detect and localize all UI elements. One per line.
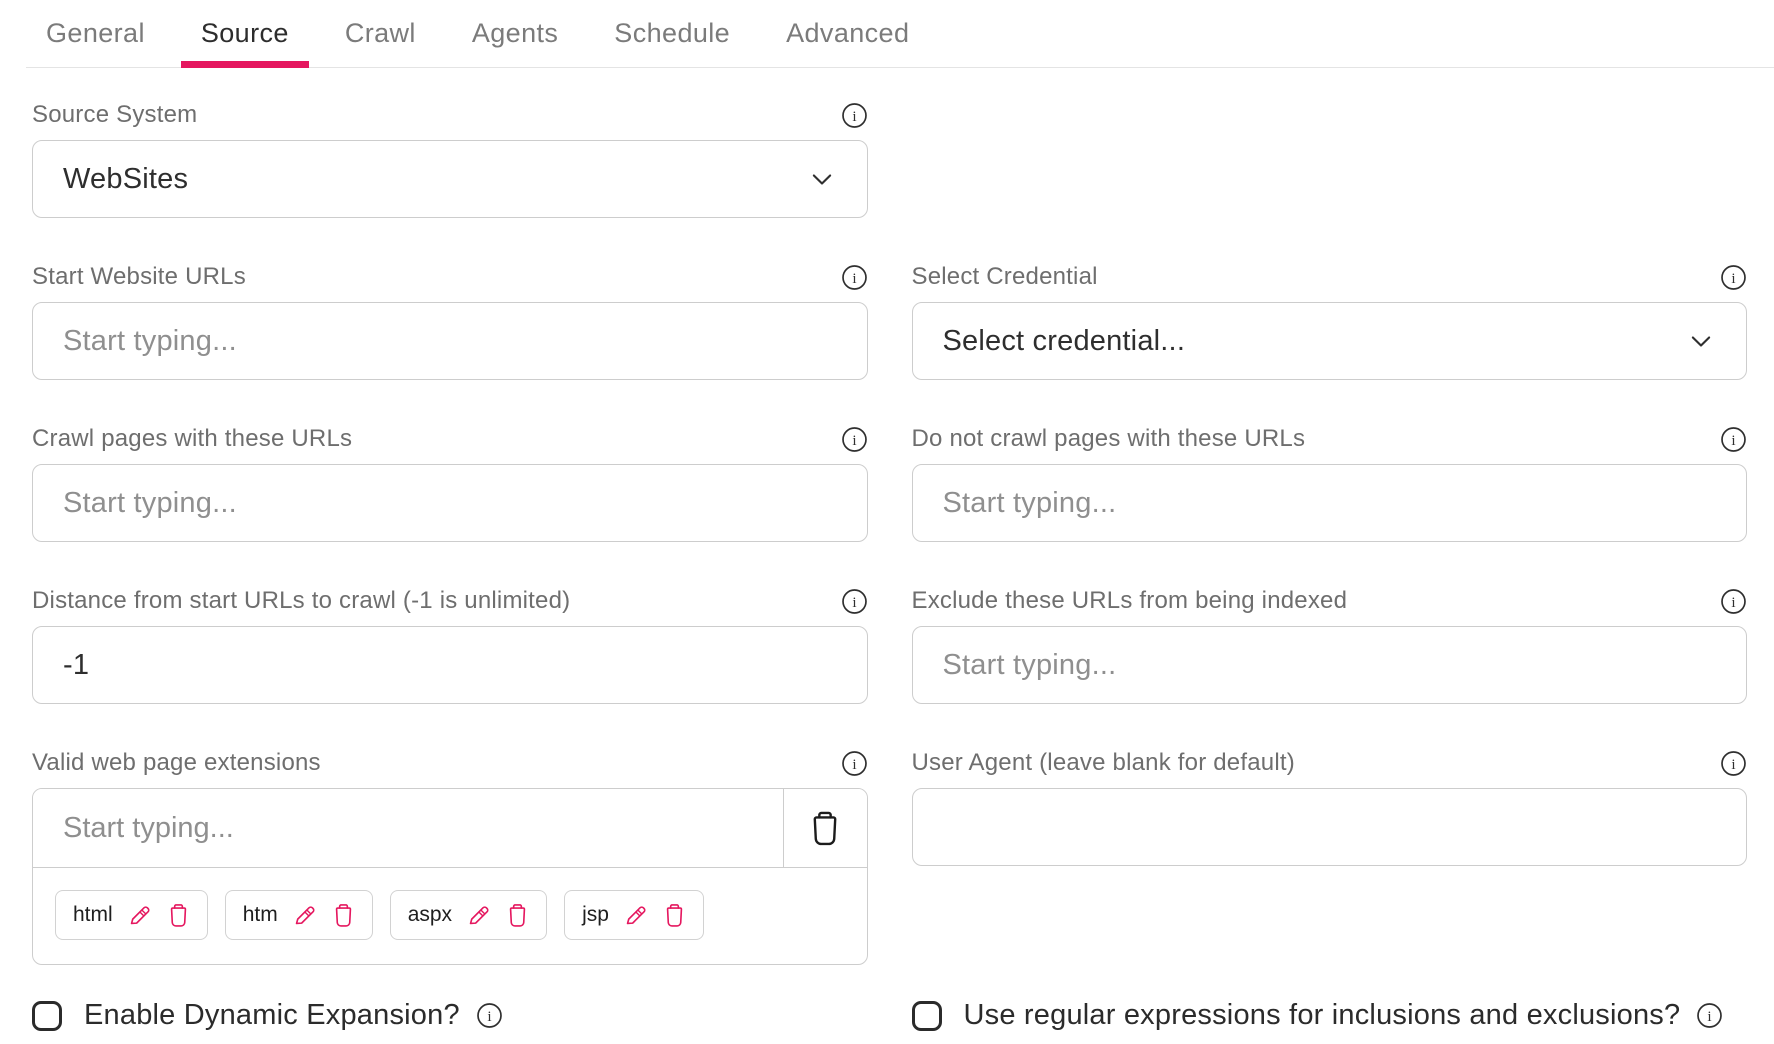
extension-tag-label: html bbox=[73, 903, 113, 927]
tab-schedule[interactable]: Schedule bbox=[594, 0, 750, 67]
trash-icon[interactable] bbox=[332, 903, 355, 928]
extension-tag: html bbox=[55, 890, 208, 940]
user-agent-input[interactable] bbox=[912, 788, 1748, 866]
info-icon[interactable] bbox=[841, 102, 868, 129]
extension-tag-label: jsp bbox=[582, 903, 609, 927]
info-icon[interactable] bbox=[841, 588, 868, 615]
extension-tag: htm bbox=[225, 890, 373, 940]
info-icon[interactable] bbox=[841, 750, 868, 777]
chevron-down-icon bbox=[1686, 326, 1716, 356]
extension-tag-list: html htm aspx jsp bbox=[33, 867, 867, 964]
crawl-pages-input[interactable] bbox=[32, 464, 868, 542]
chevron-down-icon bbox=[807, 164, 837, 194]
pencil-icon[interactable] bbox=[466, 902, 492, 928]
valid-extensions-editor: html htm aspx jsp bbox=[32, 788, 868, 965]
options-row: Enable Dynamic Expansion? Use regular ex… bbox=[0, 999, 1774, 1032]
valid-extensions-input[interactable] bbox=[33, 789, 783, 867]
tab-source[interactable]: Source bbox=[181, 0, 309, 67]
field-exclude-indexed: Exclude these URLs from being indexed bbox=[912, 588, 1748, 704]
tab-advanced[interactable]: Advanced bbox=[766, 0, 929, 67]
tab-crawl[interactable]: Crawl bbox=[325, 0, 436, 67]
field-crawl-pages: Crawl pages with these URLs bbox=[32, 426, 868, 542]
info-icon[interactable] bbox=[1720, 750, 1747, 777]
field-start-website-urls: Start Website URLs bbox=[32, 264, 868, 380]
info-icon[interactable] bbox=[476, 1002, 503, 1029]
exclude-indexed-input[interactable] bbox=[912, 626, 1748, 704]
use-regex-checkbox[interactable] bbox=[912, 1001, 942, 1031]
dynamic-expansion-label: Enable Dynamic Expansion? bbox=[84, 999, 460, 1032]
crawl-distance-label: Distance from start URLs to crawl (-1 is… bbox=[32, 587, 570, 615]
field-user-agent: User Agent (leave blank for default) bbox=[912, 750, 1748, 866]
tab-bar: General Source Crawl Agents Schedule Adv… bbox=[26, 0, 1774, 68]
extension-tag-label: aspx bbox=[408, 903, 452, 927]
source-system-value: WebSites bbox=[63, 163, 188, 196]
info-icon[interactable] bbox=[1696, 1002, 1723, 1029]
pencil-icon[interactable] bbox=[127, 902, 153, 928]
valid-extensions-label: Valid web page extensions bbox=[32, 749, 321, 777]
crawl-distance-input[interactable] bbox=[32, 626, 868, 704]
use-regex-option: Use regular expressions for inclusions a… bbox=[912, 999, 1748, 1032]
right-column: Select Credential Select credential... D… bbox=[912, 102, 1748, 912]
extension-tag: aspx bbox=[390, 890, 547, 940]
field-select-credential: Select Credential Select credential... bbox=[912, 264, 1748, 380]
dynamic-expansion-option: Enable Dynamic Expansion? bbox=[32, 999, 868, 1032]
extension-tag-label: htm bbox=[243, 903, 278, 927]
trash-icon[interactable] bbox=[506, 903, 529, 928]
trash-icon[interactable] bbox=[167, 903, 190, 928]
select-credential-label: Select Credential bbox=[912, 263, 1098, 291]
pencil-icon[interactable] bbox=[623, 902, 649, 928]
field-do-not-crawl: Do not crawl pages with these URLs bbox=[912, 426, 1748, 542]
tab-general[interactable]: General bbox=[26, 0, 165, 67]
clear-extensions-button[interactable] bbox=[783, 789, 867, 867]
source-system-select[interactable]: WebSites bbox=[32, 140, 868, 218]
field-crawl-distance: Distance from start URLs to crawl (-1 is… bbox=[32, 588, 868, 704]
info-icon[interactable] bbox=[841, 264, 868, 291]
info-icon[interactable] bbox=[1720, 264, 1747, 291]
trash-icon[interactable] bbox=[663, 903, 686, 928]
use-regex-label: Use regular expressions for inclusions a… bbox=[964, 999, 1681, 1032]
extension-tag: jsp bbox=[564, 890, 704, 940]
source-system-label: Source System bbox=[32, 101, 197, 129]
left-column: Source System WebSites Start Website URL… bbox=[32, 102, 868, 965]
source-settings-form: Source System WebSites Start Website URL… bbox=[0, 68, 1774, 965]
select-credential-select[interactable]: Select credential... bbox=[912, 302, 1748, 380]
field-source-system: Source System WebSites bbox=[32, 102, 868, 218]
exclude-indexed-label: Exclude these URLs from being indexed bbox=[912, 587, 1348, 615]
info-icon[interactable] bbox=[1720, 426, 1747, 453]
field-valid-extensions: Valid web page extensions html bbox=[32, 750, 868, 965]
dynamic-expansion-checkbox[interactable] bbox=[32, 1001, 62, 1031]
trash-icon bbox=[808, 810, 842, 847]
start-website-urls-input[interactable] bbox=[32, 302, 868, 380]
crawl-pages-label: Crawl pages with these URLs bbox=[32, 425, 352, 453]
pencil-icon[interactable] bbox=[292, 902, 318, 928]
user-agent-label: User Agent (leave blank for default) bbox=[912, 749, 1295, 777]
select-credential-value: Select credential... bbox=[943, 325, 1186, 358]
tab-agents[interactable]: Agents bbox=[452, 0, 578, 67]
info-icon[interactable] bbox=[1720, 588, 1747, 615]
info-icon[interactable] bbox=[841, 426, 868, 453]
start-website-urls-label: Start Website URLs bbox=[32, 263, 246, 291]
do-not-crawl-label: Do not crawl pages with these URLs bbox=[912, 425, 1306, 453]
do-not-crawl-input[interactable] bbox=[912, 464, 1748, 542]
